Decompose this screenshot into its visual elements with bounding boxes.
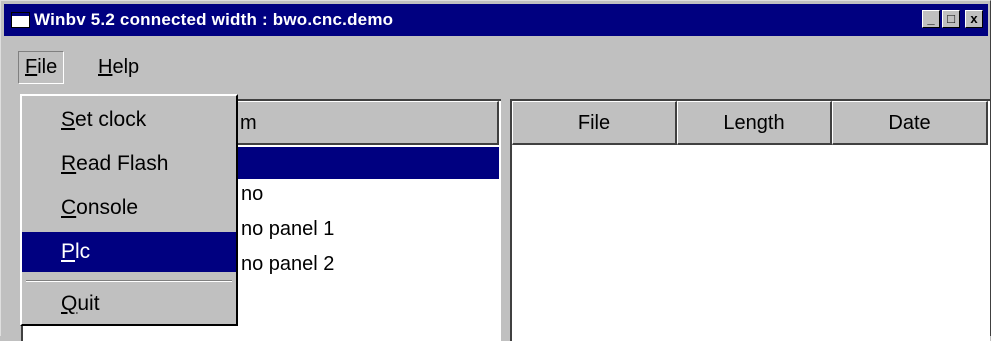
list-item[interactable]: no panel 1: [241, 218, 334, 241]
menu-item-console[interactable]: Console: [22, 188, 236, 228]
menu-item-label: Quit: [61, 292, 100, 315]
menu-help[interactable]: Help: [98, 56, 139, 79]
column-header-date[interactable]: Date: [832, 101, 988, 145]
maximize-button[interactable]: □: [942, 10, 960, 28]
file-dropdown-menu: Set clock Read Flash Console Plc Quit: [20, 94, 238, 326]
menu-item-read-flash[interactable]: Read Flash: [22, 144, 236, 184]
minimize-button[interactable]: _: [922, 10, 940, 28]
file-list-pane[interactable]: File Length Date: [510, 99, 990, 341]
menu-item-set-clock[interactable]: Set clock: [22, 100, 236, 140]
menu-item-label: Console: [61, 196, 139, 219]
menu-item-label: Plc: [61, 240, 91, 263]
list-item[interactable]: no panel 2: [241, 253, 334, 276]
close-button[interactable]: x: [965, 10, 983, 28]
column-header-length[interactable]: Length: [677, 101, 832, 145]
title-bar[interactable]: Winbv 5.2 connected width : bwo.cnc.demo…: [4, 4, 988, 36]
app-window-icon[interactable]: [11, 12, 30, 28]
menu-item-label: Set clock: [61, 108, 147, 131]
menu-bar: File Help: [4, 39, 988, 95]
window-title: Winbv 5.2 connected width : bwo.cnc.demo: [34, 10, 394, 29]
menu-item-quit[interactable]: Quit: [22, 284, 236, 324]
menu-file[interactable]: File: [18, 51, 65, 84]
system-list-header-label: m: [240, 112, 257, 134]
menu-item-plc[interactable]: Plc: [22, 232, 236, 272]
app-window: Winbv 5.2 connected width : bwo.cnc.demo…: [0, 0, 991, 341]
column-header-file[interactable]: File: [512, 101, 677, 145]
menu-item-label: Read Flash: [61, 152, 169, 175]
menu-separator: [26, 280, 232, 282]
list-item[interactable]: no: [241, 183, 263, 206]
